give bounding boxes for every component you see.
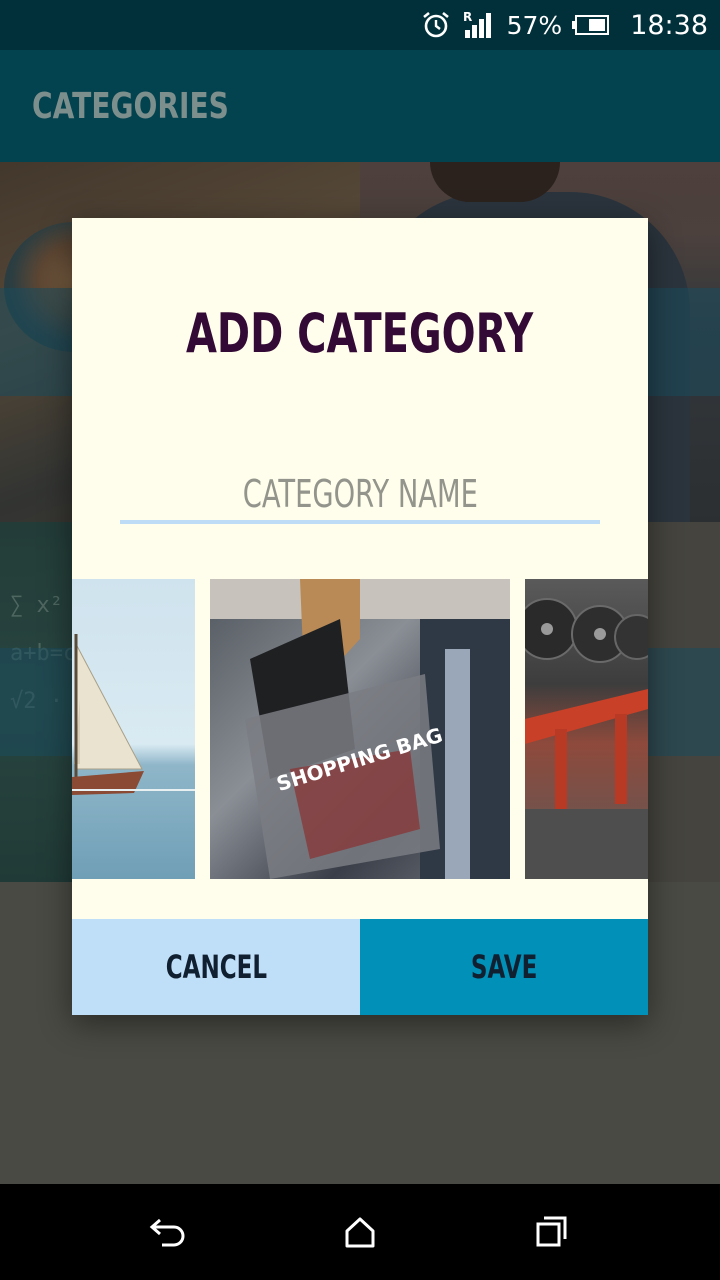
signal-roaming-icon: R bbox=[463, 10, 495, 40]
status-time: 18:38 bbox=[630, 9, 708, 41]
status-bar: R 57% 18:38 bbox=[0, 0, 720, 50]
battery-percent: 57% bbox=[506, 10, 563, 40]
shopping-image[interactable]: SHOPPING BAG bbox=[210, 579, 510, 879]
cancel-button[interactable]: CANCEL bbox=[72, 919, 360, 1015]
dialog-title-text: ADD CATEGORY bbox=[186, 302, 534, 365]
back-button[interactable] bbox=[146, 1210, 190, 1254]
recents-icon bbox=[536, 1216, 567, 1247]
app-bar: CATEGORIES bbox=[0, 50, 720, 162]
dialog-actions: CANCEL SAVE bbox=[72, 919, 648, 1015]
page-title: CATEGORIES bbox=[32, 85, 229, 127]
cancel-button-label: CANCEL bbox=[165, 948, 267, 986]
battery-icon bbox=[572, 14, 610, 36]
save-button-label: SAVE bbox=[470, 948, 538, 986]
roaming-indicator: R bbox=[463, 10, 472, 24]
back-icon bbox=[149, 1218, 185, 1247]
home-button[interactable] bbox=[338, 1210, 382, 1254]
home-icon bbox=[345, 1217, 375, 1248]
save-button[interactable]: SAVE bbox=[360, 919, 648, 1015]
add-category-dialog: ADD CATEGORY CATEGORY NAME SHOPPING BAG … bbox=[72, 218, 648, 1015]
recents-button[interactable] bbox=[530, 1210, 574, 1254]
gym-image[interactable] bbox=[525, 579, 648, 879]
dialog-title: ADD CATEGORY bbox=[72, 302, 648, 365]
image-carousel[interactable]: SHOPPING BAG bbox=[72, 579, 648, 879]
category-name-input[interactable] bbox=[120, 468, 600, 524]
sailboat-image[interactable] bbox=[72, 579, 195, 879]
navigation-bar bbox=[0, 1184, 720, 1280]
alarm-icon bbox=[421, 10, 451, 40]
